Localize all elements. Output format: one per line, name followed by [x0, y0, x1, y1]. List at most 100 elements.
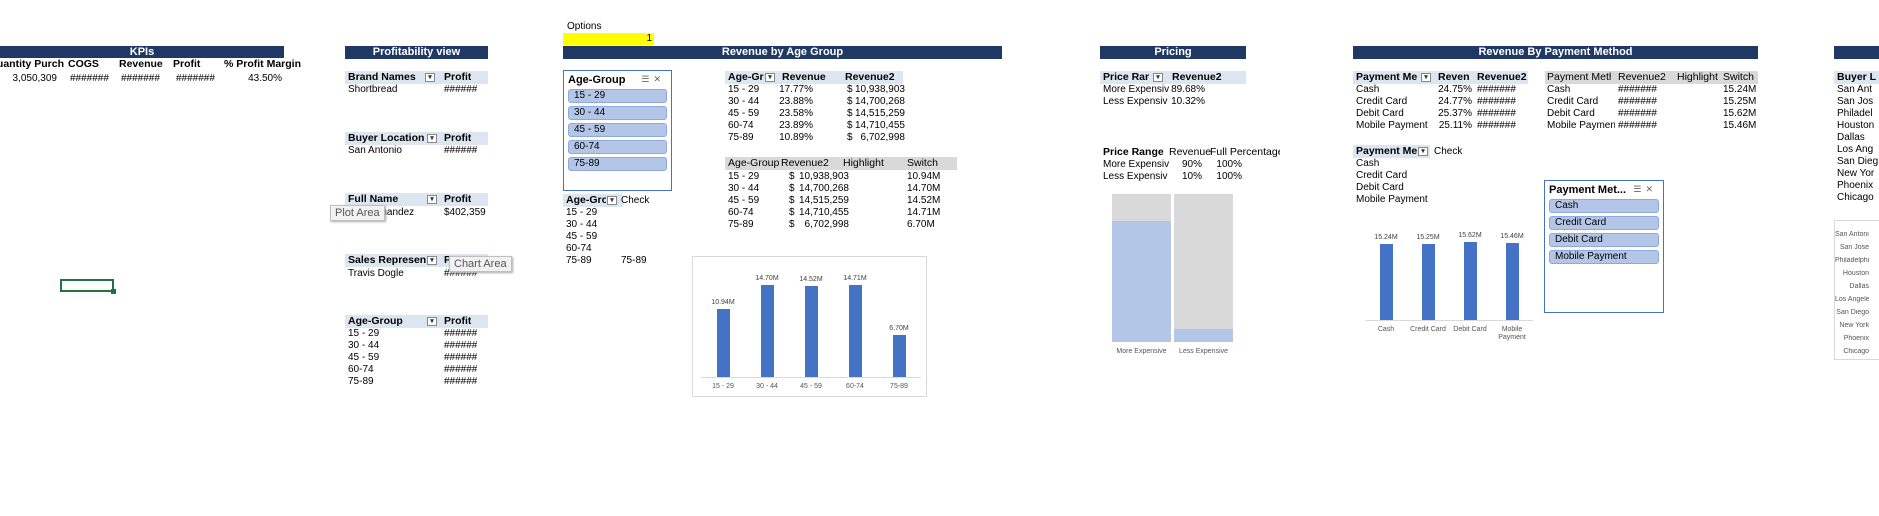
slicer-item[interactable]: 60-74: [568, 140, 667, 154]
slicer-title: Payment Met...: [1549, 184, 1627, 196]
table-cell: ######: [444, 364, 478, 375]
table-cell: Cash: [1356, 84, 1380, 95]
table-cell: #######: [1477, 96, 1516, 107]
filter-icon[interactable]: ▾: [427, 317, 437, 326]
filter-icon[interactable]: ▾: [765, 73, 775, 82]
chart-bar[interactable]: [1112, 220, 1171, 342]
table-row: 30 - 44: [563, 219, 863, 231]
options-value-cell[interactable]: 1: [563, 33, 654, 45]
multi-select-icon[interactable]: ☰✕: [1633, 184, 1657, 195]
slicer-item[interactable]: 30 - 44: [568, 106, 667, 120]
fill-handle[interactable]: [111, 289, 116, 294]
table-cell: 30 - 44: [728, 183, 760, 194]
data-label: 14.71M: [843, 275, 867, 283]
slicer-item[interactable]: 75-89: [568, 157, 667, 171]
table-cell: 90%: [1181, 159, 1202, 170]
slicer-item[interactable]: 45 - 59: [568, 123, 667, 137]
filter-icon[interactable]: ▾: [427, 195, 437, 204]
filter-icon[interactable]: ▾: [427, 256, 437, 265]
chart-bar[interactable]: [1463, 241, 1477, 320]
chart-bar[interactable]: [848, 285, 862, 377]
filter-icon[interactable]: ▾: [1153, 73, 1163, 82]
table-cell: 25.11%: [1438, 120, 1472, 131]
table-cell: 75-89: [728, 132, 754, 143]
table-cell: 15.25M: [1723, 96, 1757, 107]
table-row: New Yor: [1834, 168, 1879, 180]
selected-cell[interactable]: [60, 279, 114, 292]
tick-label: San Jose: [1839, 244, 1869, 251]
kpi-margin-value: 43.50%: [248, 73, 282, 84]
table-cell: 10.32%: [1171, 96, 1205, 107]
chart-bar[interactable]: [1174, 328, 1233, 342]
slicer-item[interactable]: 15 - 29: [568, 89, 667, 103]
buyer-location-chart[interactable]: San Antonio San Jose Philadelphia Houston Da…: [1834, 220, 1879, 360]
data-label: 15.24M: [1374, 233, 1398, 241]
payment-chart[interactable]: 15.24M Cash 15.25M Credit Card 15.62M Debit C…: [1355, 220, 1540, 350]
chart-bar-full[interactable]: [1174, 194, 1233, 342]
revenue-age-title: Revenue by Age Group: [563, 46, 1002, 59]
table-cell: More Expensiv: [1103, 84, 1169, 95]
filter-icon[interactable]: ▾: [1421, 73, 1431, 82]
kpis-header-row: Quantity Purch COGS Revenue Profit % Pro…: [0, 58, 306, 71]
pricing-pivot-header: Price Rar ▾ Revenue2: [1100, 71, 1246, 84]
table-cell: 10%: [1181, 171, 1202, 182]
table-cell: 15 - 29: [728, 171, 760, 182]
age-revenue-table-header: Age-Group Revenue2 Highlight Switch: [725, 157, 957, 170]
table-row: 15 - 29: [563, 207, 863, 219]
table-cell: More Expensiv: [1103, 159, 1169, 170]
fullname-header-profit: Profit: [444, 193, 472, 205]
table-cell: Credit Card: [1356, 96, 1408, 107]
tick-label: San Antonio: [1835, 231, 1869, 238]
table-cell: 23.88%: [779, 96, 813, 107]
kpi-header-cogs: COGS: [68, 58, 99, 70]
chart-bar[interactable]: [1379, 243, 1393, 320]
table-row: Mobile Paymen ####### 15.46M: [1545, 120, 1845, 132]
table-cell: 15 - 29: [348, 328, 380, 339]
table-cell: 45 - 59: [728, 108, 760, 119]
kpi-header-quantity: Quantity Purch: [0, 58, 64, 70]
table-cell: San Dieg: [1837, 156, 1879, 167]
table-cell: 25.37%: [1438, 108, 1472, 119]
tick-label: San Diego: [1836, 309, 1869, 316]
table-row: Chicago: [1834, 192, 1879, 204]
tick-label: Debit Card: [1453, 326, 1487, 333]
table-cell: San Ant: [1837, 84, 1873, 95]
table-cell: 15.62M: [1723, 108, 1757, 119]
table-cell: 60-74: [566, 243, 592, 254]
chart-bar[interactable]: [760, 285, 774, 377]
filter-icon[interactable]: ▾: [427, 134, 437, 143]
data-label: 15.25M: [1416, 233, 1440, 241]
chart-bar[interactable]: [804, 286, 818, 377]
data-label: 15.62M: [1458, 231, 1482, 239]
multi-select-icon[interactable]: ☰✕: [641, 74, 665, 85]
filter-icon[interactable]: ▾: [607, 196, 617, 205]
table-cell: 10,938,903: [854, 84, 905, 95]
payment-method-slicer[interactable]: Payment Met... ☰✕ Cash Credit Card Debit C…: [1544, 180, 1664, 313]
chart-bar[interactable]: [716, 308, 730, 377]
filter-icon[interactable]: ▾: [1418, 147, 1428, 156]
pricing-chart[interactable]: More Expensive Less Expensive: [1108, 190, 1238, 360]
table-cell: 45 - 59: [566, 231, 598, 242]
table-cell: 45 - 59: [728, 195, 760, 206]
table-cell: ######: [444, 328, 478, 339]
age-check-label: Check: [621, 195, 650, 206]
slicer-item[interactable]: Mobile Payment: [1549, 250, 1659, 264]
chart-bar[interactable]: [892, 335, 906, 377]
table-cell: #######: [1477, 120, 1516, 131]
table-cell: Cash: [1547, 84, 1571, 95]
payment-check-header: Payment Me ▾: [1353, 145, 1430, 158]
filter-icon[interactable]: ▾: [425, 73, 435, 82]
chart-bar[interactable]: [1505, 242, 1519, 320]
age-group-slicer[interactable]: Age-Group ☰✕ 15 - 29 30 - 44 45 - 59 60-74 7…: [563, 70, 672, 191]
age-revenue-chart[interactable]: 10.94M 15 - 29 14.70M 30 - 44 14.52M 45 - 59 1…: [692, 256, 927, 397]
age-revenue-pivot-header: Age-Gr ▾ Revenue Revenue2: [725, 71, 903, 84]
tick-label: 30 - 44: [756, 383, 778, 390]
brand-pivot-header: Brand Names ▾ Profit: [345, 71, 488, 84]
chart-bar[interactable]: [1421, 243, 1435, 320]
slicer-item[interactable]: Cash: [1549, 199, 1659, 213]
slicer-item[interactable]: Debit Card: [1549, 233, 1659, 247]
slicer-item[interactable]: Credit Card: [1549, 216, 1659, 230]
table-cell: Less Expensiv: [1103, 171, 1168, 182]
pricing-table-header: Price Range Revenue Full Percentage: [1100, 146, 1280, 159]
table-cell: $: [847, 84, 853, 95]
